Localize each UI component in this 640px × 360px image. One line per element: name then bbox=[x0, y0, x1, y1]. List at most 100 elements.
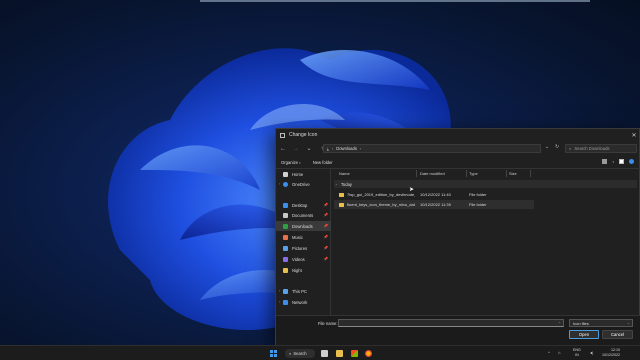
videos-icon bbox=[283, 256, 288, 262]
view-controls: ▾ bbox=[602, 159, 634, 164]
start-logo-tile bbox=[273, 350, 277, 354]
file-name-value bbox=[339, 329, 341, 334]
language-code: ENG bbox=[573, 348, 581, 352]
sidebar-item-label: Night bbox=[292, 267, 302, 273]
language-indicator[interactable]: ENG IN bbox=[573, 348, 581, 357]
help-icon[interactable] bbox=[629, 159, 634, 164]
column-header-label: Date modified bbox=[420, 171, 445, 176]
breadcrumb-downloads[interactable]: Downloads bbox=[336, 146, 357, 151]
column-header-date[interactable]: Date modified bbox=[420, 169, 445, 178]
clock[interactable]: 12:10 10/12/2022 bbox=[602, 348, 620, 357]
pin-icon: 📌 bbox=[323, 257, 328, 261]
file-list: Name Date modified Type Size ⌄ Today 7ts… bbox=[334, 169, 639, 315]
pin-icon: 📌 bbox=[323, 213, 328, 217]
store-icon[interactable] bbox=[351, 350, 358, 357]
clock-date: 10/12/2022 bbox=[602, 352, 620, 357]
file-date: 10/12/2022 11:40 bbox=[420, 192, 451, 197]
change-view-icon[interactable] bbox=[602, 159, 608, 164]
column-separator[interactable] bbox=[530, 170, 531, 177]
breadcrumb-chevron[interactable]: › bbox=[360, 146, 361, 151]
group-label: Today bbox=[340, 181, 353, 187]
address-bar[interactable]: ⤓ › Downloads › bbox=[323, 144, 541, 153]
sidebar-item-music[interactable]: Music 📌 bbox=[276, 232, 331, 242]
start-logo-tile bbox=[273, 353, 277, 357]
file-type-value: Icon files bbox=[573, 320, 589, 326]
file-type-select[interactable]: Icon files ⌄ bbox=[569, 319, 633, 327]
column-header-name[interactable]: Name bbox=[339, 169, 350, 178]
table-row[interactable]: 7tsp_gui_2019_edition_by_devilmode_... 1… bbox=[334, 190, 534, 199]
taskbar: ⌕ Search ^ ⌂ ENG IN ◂) 12:10 10/12/2022 bbox=[0, 345, 640, 360]
cancel-button[interactable]: Cancel bbox=[602, 330, 633, 339]
sidebar-item-pictures[interactable]: Pictures 📌 bbox=[276, 243, 331, 253]
chevron-down-icon[interactable]: ⌄ bbox=[558, 320, 561, 324]
sidebar-item-home[interactable]: Home bbox=[276, 169, 331, 179]
chevron-down-icon: ⌄ bbox=[626, 321, 630, 325]
file-name-label: File name: bbox=[318, 321, 338, 326]
file-date: 10/12/2022 11:39 bbox=[420, 202, 451, 207]
collapse-chevron-icon[interactable]: ⌄ bbox=[335, 182, 338, 186]
search-placeholder: Search Downloads bbox=[574, 146, 610, 151]
task-view-icon[interactable] bbox=[321, 350, 328, 357]
sidebar-item-label: Pictures bbox=[292, 245, 308, 251]
sidebar-item-videos[interactable]: Videos 📌 bbox=[276, 254, 331, 264]
tray-expand-icon[interactable]: ^ bbox=[548, 350, 550, 355]
sidebar-item-night[interactable]: Night bbox=[276, 265, 331, 275]
column-header-size[interactable]: Size bbox=[509, 169, 517, 178]
organize-label: Organize bbox=[281, 160, 298, 165]
file-explorer-icon[interactable] bbox=[336, 350, 343, 357]
refresh-icon[interactable]: ↻ bbox=[555, 144, 559, 150]
open-button[interactable]: Open bbox=[569, 330, 599, 339]
expand-chevron-icon[interactable]: › bbox=[276, 300, 283, 304]
search-input[interactable]: ⌕ Search Downloads bbox=[565, 144, 637, 153]
sidebar-item-label: Home bbox=[292, 171, 304, 177]
sidebar-item-this-pc[interactable]: › This PC bbox=[276, 286, 331, 296]
firefox-icon[interactable] bbox=[365, 350, 372, 357]
organize-caret-icon: ▾ bbox=[299, 161, 301, 165]
column-separator[interactable] bbox=[506, 170, 507, 177]
table-row[interactable]: fluent_keys_icon_theme_by_niivu_da8f3d 1… bbox=[334, 200, 534, 209]
expand-chevron-icon[interactable]: › bbox=[276, 182, 283, 186]
sidebar-item-label: Desktop bbox=[292, 202, 308, 208]
pin-icon: 📌 bbox=[323, 246, 328, 250]
column-header-type[interactable]: Type bbox=[469, 169, 478, 178]
close-button[interactable]: ✕ bbox=[629, 132, 639, 139]
dialog-titlebar: Change Icon ✕ bbox=[276, 129, 639, 141]
onedrive-icon bbox=[283, 181, 288, 187]
file-name-input[interactable]: ⌄ bbox=[338, 319, 564, 327]
volume-icon[interactable]: ◂) bbox=[590, 350, 593, 355]
start-button[interactable] bbox=[270, 350, 277, 357]
sidebar-item-onedrive[interactable]: › OneDrive bbox=[276, 179, 331, 189]
column-header-label: Name bbox=[339, 171, 350, 176]
pin-icon: 📌 bbox=[323, 235, 328, 239]
preview-pane-icon[interactable] bbox=[619, 159, 624, 164]
organize-button[interactable]: Organize ▾ bbox=[281, 160, 301, 165]
dialog-title: Change Icon bbox=[289, 132, 318, 138]
expand-chevron-icon[interactable]: › bbox=[276, 289, 283, 293]
network-tray-icon[interactable]: ⌂ bbox=[558, 350, 560, 355]
search-icon: ⌕ bbox=[289, 351, 292, 356]
column-separator[interactable] bbox=[466, 170, 467, 177]
address-dropdown-icon[interactable]: ⌄ bbox=[545, 144, 549, 150]
sidebar-item-label: Music bbox=[292, 234, 303, 240]
sidebar-item-desktop[interactable]: Desktop 📌 bbox=[276, 200, 331, 210]
sidebar-item-label: This PC bbox=[292, 288, 307, 294]
file-type: File folder bbox=[469, 192, 487, 197]
taskbar-search-label: Search bbox=[293, 351, 307, 356]
dialog-footer: File name: ⌄ Icon files ⌄ Open Cancel bbox=[276, 315, 640, 346]
start-logo-tile bbox=[270, 350, 274, 354]
recent-locations-button[interactable]: ⌄ bbox=[305, 145, 313, 152]
desktop-icon bbox=[283, 202, 288, 208]
sidebar-item-downloads[interactable]: Downloads 📌 bbox=[276, 221, 331, 231]
new-folder-button[interactable]: New folder bbox=[313, 160, 333, 165]
sidebar-item-documents[interactable]: Documents 📌 bbox=[276, 210, 331, 220]
pictures-icon bbox=[283, 245, 288, 251]
taskbar-search[interactable]: ⌕ Search bbox=[285, 349, 315, 358]
column-header-label: Size bbox=[509, 171, 517, 176]
forward-button[interactable]: → bbox=[292, 146, 300, 152]
column-separator[interactable] bbox=[416, 170, 417, 177]
pc-icon bbox=[283, 288, 288, 294]
view-caret-icon[interactable]: ▾ bbox=[612, 160, 614, 164]
group-header-today[interactable]: ⌄ Today bbox=[334, 180, 637, 188]
sidebar-item-network[interactable]: › Network bbox=[276, 297, 331, 307]
back-button[interactable]: ← bbox=[279, 146, 287, 152]
